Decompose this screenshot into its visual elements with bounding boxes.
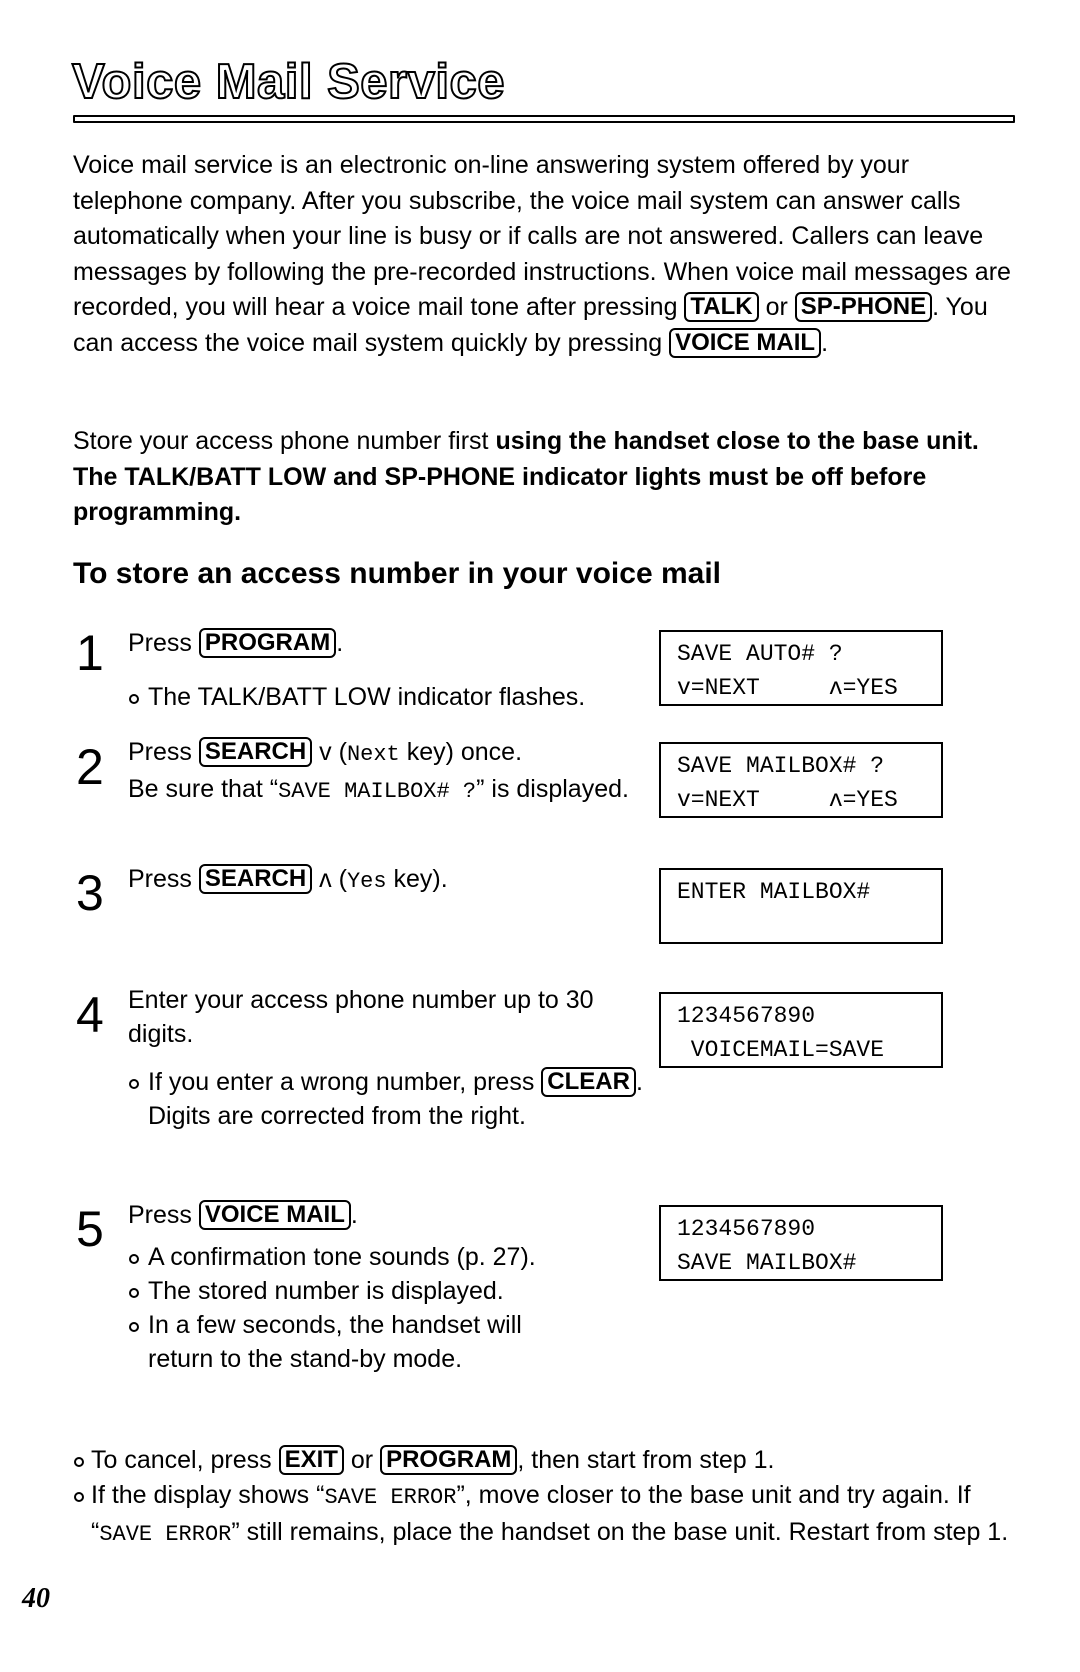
sp-phone-key: SP-PHONE [794,292,933,322]
lcd-line-1: SAVE MAILBOX# ? [677,753,885,779]
step-4-text: Enter your access phone number up to 30 … [128,983,648,1133]
section-heading: To store an access number in your voice … [73,557,722,590]
step-text: Press [128,865,199,893]
voice-mail-key: VOICE MAIL [198,1200,351,1230]
note-text: , then start from step 1. [517,1446,775,1474]
step-number: 4 [76,987,104,1043]
step-text: Press [128,1201,199,1229]
lcd-line-2: v=NEXT ʌ=YES [677,787,898,813]
step-number: 2 [76,739,104,795]
lcd-display-step-2: SAVE MAILBOX# ? v=NEXT ʌ=YES [659,742,943,818]
step-5-bullet: A confirmation tone sounds (p. 27). [128,1240,648,1274]
talk-key: TALK [684,292,759,322]
lcd-line-2: v=NEXT ʌ=YES [677,675,898,701]
program-key: PROGRAM [198,628,337,658]
step-text: ” is displayed. [476,775,629,803]
lcd-display-step-4: 1234567890 VOICEMAIL=SAVE [659,992,943,1068]
clear-key: CLEAR [541,1067,636,1097]
display-text-ref: SAVE MAILBOX# ? [278,779,477,804]
step-text: Be sure that “ [128,775,279,803]
intro-paragraph: Voice mail service is an electronic on-l… [73,148,1013,361]
display-text-ref: SAVE ERROR [99,1522,232,1547]
step-4-bullet: If you enter a wrong number, press CLEAR… [128,1065,648,1133]
program-key: PROGRAM [380,1445,518,1475]
step-text-after: key). [386,865,448,893]
lcd-line-2: SAVE MAILBOX# [677,1250,857,1276]
lcd-line-1: ENTER MAILBOX# [677,879,871,905]
intro-text-end: . [821,328,829,357]
up-arrow-icon: ʌ [312,865,339,893]
lcd-display-step-5: 1234567890 SAVE MAILBOX# [659,1205,943,1281]
step-text-end: . [336,629,344,657]
step-5-bullet: The stored number is displayed. [128,1274,648,1308]
step-5-bullet: In a few seconds, the handset will retur… [128,1308,568,1376]
page-title: Voice Mail Service [71,54,506,110]
exit-key: EXIT [278,1445,344,1475]
note-text: or [343,1446,381,1474]
intro-text-or: or [758,293,795,321]
display-text-ref: SAVE ERROR [324,1485,457,1510]
down-arrow-icon: v [312,738,339,766]
search-key: SEARCH [198,737,313,767]
note-text: ” still remains, place the handset on th… [231,1518,1009,1546]
step-1-bullet: The TALK/BATT LOW indicator flashes. [128,680,648,714]
cancel-note: To cancel, press EXIT or PROGRAM, then s… [73,1443,1023,1478]
lcd-line-1: 1234567890 [677,1216,816,1242]
bullet-text: If you enter a wrong number, press [148,1068,542,1096]
step-text: Enter your access phone number up to 30 … [128,986,594,1048]
step-number: 3 [76,865,104,921]
notes: To cancel, press EXIT or PROGRAM, then s… [73,1443,1023,1552]
save-error-note: If the display shows “SAVE ERROR”, move … [73,1478,1023,1552]
step-text-end: . [350,1201,358,1229]
step-2-text: Press SEARCH v (Next key) once. Be sure … [128,735,648,809]
step-5-text: Press VOICE MAIL. A confirmation tone so… [128,1198,648,1376]
paren: ( [338,738,347,766]
lcd-line-2: VOICEMAIL=SAVE [677,1037,885,1063]
programming-note: Store your access phone number first usi… [73,424,1013,531]
page-number: 40 [22,1583,50,1614]
step-text: Press [128,629,199,657]
note-text: If the display shows “ [91,1481,325,1509]
step-text-after: key) once. [399,738,523,766]
step-text: Press [128,738,199,766]
paren: ( [338,865,347,893]
next-key-label: Next [346,742,400,767]
voice-mail-key: VOICE MAIL [669,327,822,358]
step-3-text: Press SEARCH ʌ (Yes key). [128,862,648,899]
step-number: 5 [76,1201,104,1257]
note-text: To cancel, press [91,1446,279,1474]
search-key: SEARCH [198,864,313,894]
yes-key-label: Yes [346,869,387,894]
note-text: Store your access phone number first [73,427,496,455]
lcd-line-1: SAVE AUTO# ? [677,641,843,667]
lcd-line-1: 1234567890 [677,1003,816,1029]
step-1-text: Press PROGRAM. The TALK/BATT LOW indicat… [128,626,648,714]
lcd-display-step-3: ENTER MAILBOX# [659,868,943,944]
lcd-display-step-1: SAVE AUTO# ? v=NEXT ʌ=YES [659,630,943,706]
title-underline [73,115,1015,123]
step-number: 1 [76,625,104,681]
